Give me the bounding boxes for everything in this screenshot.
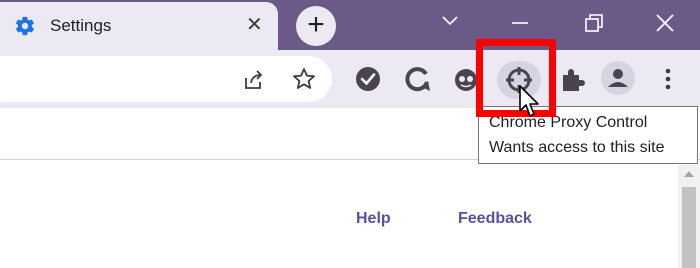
highlight-annotation bbox=[476, 39, 556, 117]
minimize-icon[interactable] bbox=[508, 10, 532, 36]
address-bar[interactable] bbox=[0, 56, 332, 102]
browser-toolbar bbox=[0, 50, 700, 108]
checkmark-extension-icon[interactable] bbox=[354, 65, 382, 93]
tab-close-icon[interactable]: ✕ bbox=[246, 14, 263, 36]
share-icon[interactable] bbox=[242, 68, 266, 92]
puzzle-extensions-icon[interactable] bbox=[558, 65, 586, 93]
chevron-down-icon[interactable] bbox=[440, 14, 460, 28]
page-scrollbar[interactable] bbox=[678, 165, 700, 268]
refresh-extension-icon[interactable] bbox=[404, 65, 432, 93]
tab-strip: Settings ✕ + bbox=[0, 0, 700, 50]
profile-avatar-icon[interactable] bbox=[600, 60, 636, 96]
menu-kebab-icon[interactable] bbox=[654, 65, 682, 93]
tab-title: Settings bbox=[50, 16, 112, 35]
new-tab-button[interactable]: + bbox=[296, 6, 336, 46]
close-icon[interactable] bbox=[652, 10, 678, 36]
restore-icon[interactable] bbox=[582, 10, 606, 36]
bookmark-star-icon[interactable] bbox=[292, 67, 316, 91]
mouse-cursor-icon bbox=[519, 85, 539, 117]
help-link[interactable]: Help bbox=[356, 210, 391, 228]
tooltip-description: Wants access to this site bbox=[489, 139, 665, 156]
scroll-thumb[interactable] bbox=[682, 187, 696, 268]
tab-settings[interactable]: Settings ✕ bbox=[0, 2, 278, 50]
gear-icon bbox=[16, 16, 34, 36]
scroll-up-arrow-icon[interactable] bbox=[684, 171, 694, 177]
feedback-link[interactable]: Feedback bbox=[458, 210, 532, 228]
